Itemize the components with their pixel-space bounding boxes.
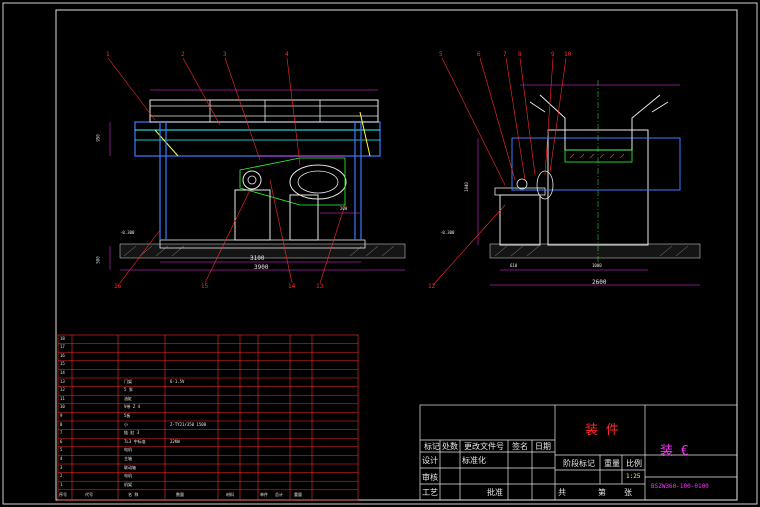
parts-row-name: 电机 [124, 473, 132, 479]
sheet-total: 共 [558, 488, 566, 497]
drawing-number: BSZW360-100-0100 [651, 483, 709, 490]
drawing-title: 装 件 [585, 423, 619, 438]
parts-row-number: 15 [60, 361, 65, 367]
parts-row-number: 18 [60, 335, 65, 341]
parts-row-name: 主轴 [124, 456, 132, 461]
front-dim-e: 500 [95, 256, 101, 264]
callout-6: 6 [477, 51, 481, 58]
parts-header-name: 名 称 [128, 492, 139, 497]
callout-16: 16 [114, 283, 122, 290]
parts-row-name: 链 缸 3 [124, 430, 140, 436]
callout-1: 1 [106, 51, 110, 58]
approve-label: 批准 [487, 488, 503, 497]
parts-header-material: 材料 [226, 492, 234, 497]
parts-row-number: 3 [60, 464, 63, 470]
callout-10: 10 [564, 51, 572, 58]
standardize-label: 标准化 [462, 456, 486, 465]
stage-label: 阶段标记 [563, 459, 595, 468]
parts-row-number: 13 [60, 378, 65, 384]
parts-header-code: 代号 [85, 492, 93, 497]
parts-header-seq: 序号 [59, 492, 67, 497]
parts-row-name: 机架 [124, 481, 132, 487]
sheet-unit: 张 [624, 488, 632, 497]
rev-header-count: 处数 [442, 442, 458, 451]
parts-row-number: 11 [60, 395, 65, 401]
cad-drawing-canvas [2, 2, 758, 505]
rev-header-date: 日期 [535, 442, 551, 451]
parts-row-number: 7 [60, 430, 63, 436]
parts-header-weight: 重量 [294, 492, 302, 497]
sheet-current: 第 [598, 488, 606, 497]
callout-4: 4 [285, 51, 289, 58]
front-dim-overall: 3900 [254, 264, 269, 271]
parts-row-name: 联动轴 [124, 464, 136, 470]
rev-header-sign: 签名 [512, 442, 528, 451]
parts-row-name: 油缸 [124, 395, 132, 401]
parts-row-name: 7L3 中标准 [124, 438, 146, 444]
parts-row-number: 6 [60, 438, 63, 444]
rev-header-mark: 标记 [424, 442, 440, 451]
side-view [432, 57, 701, 286]
parts-row-number: 2 [60, 473, 63, 479]
callout-8: 8 [518, 51, 522, 58]
parts-row-number: 10 [60, 404, 65, 410]
parts-row-number: 14 [60, 370, 65, 375]
callout-9: 9 [551, 51, 555, 58]
parts-row-number: 8 [60, 421, 63, 427]
process-label: 工艺 [422, 488, 438, 497]
parts-row-number: 17 [60, 344, 65, 350]
parts-header-unit-weight: 单件 [260, 492, 268, 497]
side-ground-level: -0.300 [440, 230, 455, 235]
parts-row-spec: 22KW [170, 438, 180, 444]
parts-row-number: 4 [60, 456, 63, 461]
callout-3: 3 [223, 51, 227, 58]
parts-row-spec: Z-TY21/350 1500 [170, 421, 207, 427]
side-dim-b: 610 [510, 263, 518, 268]
parts-row-number: 12 [60, 387, 65, 393]
review-label: 审核 [422, 473, 438, 482]
parts-header-total-weight: 总计 [275, 492, 283, 497]
callout-15: 15 [201, 283, 209, 290]
callout-7: 7 [503, 51, 507, 58]
front-ground-level: -0.300 [120, 230, 135, 235]
side-dim-a: 1040 [463, 182, 469, 192]
scale-value: 1:25 [626, 473, 641, 480]
rev-header-doc: 更改文件号 [464, 442, 504, 451]
front-dim-d: 200 [340, 206, 348, 211]
callout-14: 14 [288, 283, 296, 290]
front-dim-b: 950 [95, 134, 101, 142]
parts-row-name: 5 泵 [124, 387, 133, 393]
scale-label: 比例 [626, 459, 642, 468]
parts-list-grid [57, 334, 359, 501]
front-view [107, 57, 406, 284]
parts-row-name: 门架 [124, 378, 132, 384]
parts-row-number: 16 [60, 352, 65, 358]
weight-label: 重量 [604, 459, 620, 468]
callout-2: 2 [181, 51, 185, 58]
design-label: 设计 [422, 456, 438, 465]
callout-13: 13 [316, 283, 324, 290]
parts-row-number: 5 [60, 447, 63, 453]
side-dim-c: 1000 [592, 263, 602, 268]
parts-row-number: 9 [60, 413, 63, 418]
parts-row-spec: 6-1.5V [170, 378, 185, 384]
parts-row-name: 小 [124, 421, 128, 427]
parts-row-name: V带 Z 4 [124, 404, 141, 410]
side-dim-overall: 2600 [592, 279, 607, 286]
parts-list-rows [58, 343, 358, 491]
front-dim-a: 3100 [250, 255, 265, 262]
part-title: 装 € [660, 444, 689, 459]
callout-12: 12 [428, 283, 436, 290]
parts-row-name: 电机 [124, 447, 132, 453]
parts-row-name: 5板 [124, 413, 131, 418]
parts-row-number: 1 [60, 481, 63, 487]
callout-5: 5 [439, 51, 443, 58]
parts-header-qty: 数量 [176, 492, 184, 497]
